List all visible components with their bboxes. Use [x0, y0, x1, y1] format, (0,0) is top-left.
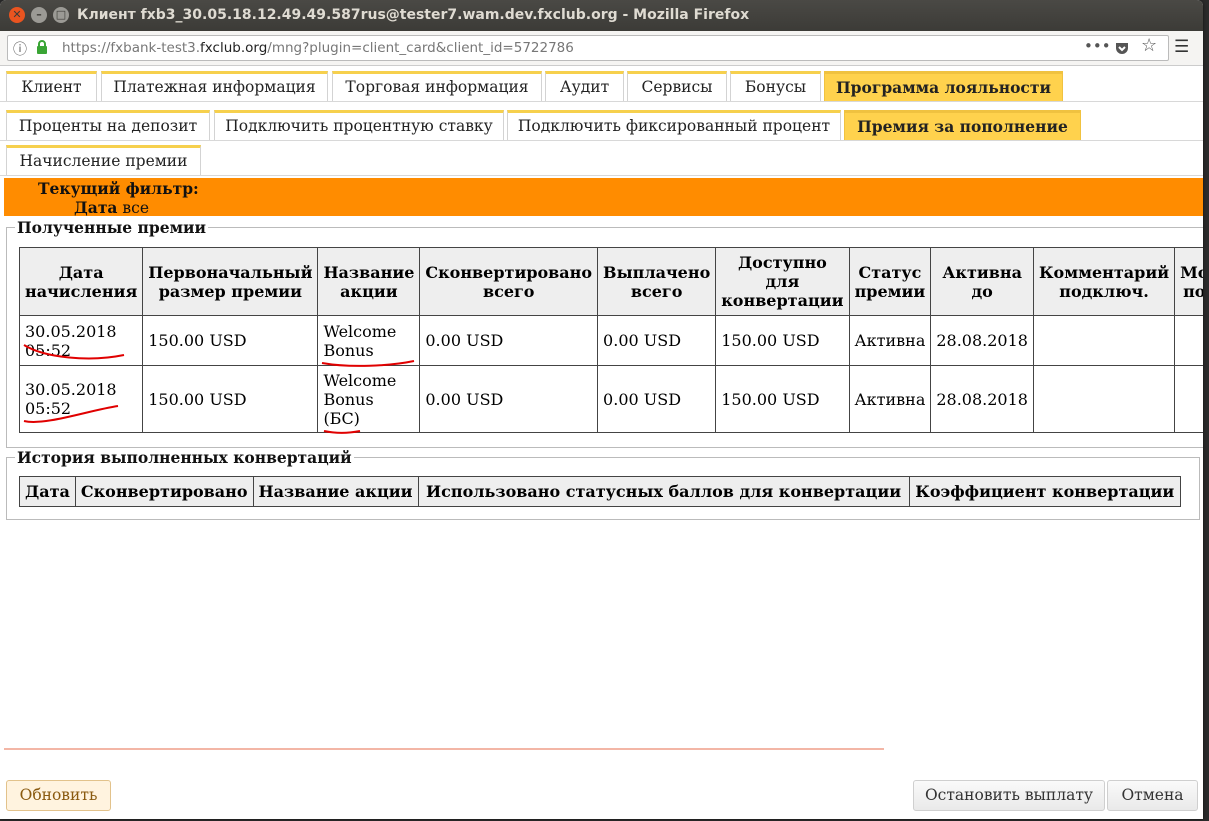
maximize-icon[interactable]: □ — [53, 7, 69, 23]
cell-converted: 0.00 USD — [419, 365, 599, 433]
filter-value: Дата все — [74, 198, 150, 217]
cell-comment — [1032, 315, 1176, 366]
history-legend: История выполненных конвертаций — [17, 448, 352, 467]
col-converted-total: Сконвертировано всего — [419, 247, 599, 316]
close-icon[interactable]: ✕ — [9, 7, 25, 23]
col-available-conversion: Доступно для конвертации — [715, 247, 850, 316]
cell-initial: 150.00 USD — [142, 365, 319, 433]
table-header-row: Дата Сконвертировано Название акции Испо… — [19, 476, 1182, 507]
col-promo-name: Название акции — [252, 476, 419, 507]
title-bar: ✕ – □ Клиент fxb3_30.05.18.12.49.49.587r… — [0, 0, 1203, 31]
cell-promo: Welcome Bonus — [317, 315, 421, 366]
cell-date: 30.05.2018 05:52 — [18, 365, 144, 433]
tab-deposit-premium[interactable]: Премия за пополнение — [844, 110, 1081, 140]
col-active-until: Активна до — [930, 247, 1034, 316]
col-comment: Комментарий подключ. — [1032, 247, 1176, 316]
cell-paid: 0.00 USD — [597, 365, 717, 433]
cell-status: Активна — [848, 315, 932, 366]
current-filter: Текущий фильтр: Дата все — [4, 178, 1203, 217]
table-row[interactable]: 30.05.2018 05:52 150.00 USD Welcome Bonu… — [18, 315, 1203, 366]
tab-client[interactable]: Клиент — [6, 71, 97, 101]
tab-trading-info[interactable]: Торговая информация — [332, 71, 542, 101]
address-field[interactable]: ⓘ https://fxbank-test3.fxclub.org/mng?pl… — [7, 35, 1169, 61]
col-date: Дата — [19, 476, 76, 507]
cell-status: Активна — [848, 365, 932, 433]
cell-truncated — [1174, 365, 1203, 433]
info-icon[interactable]: ⓘ — [13, 39, 27, 59]
col-initial-size: Первоначальный размер премии — [142, 247, 319, 316]
pocket-icon[interactable] — [1114, 40, 1130, 56]
col-accrual-date: Дата начисления — [18, 247, 144, 316]
cell-available: 150.00 USD — [715, 315, 850, 366]
cell-truncated — [1174, 315, 1203, 366]
tab-connect-fixed[interactable]: Подключить фиксированный процент — [507, 110, 841, 140]
col-promo-name: Название акции — [317, 247, 421, 316]
filter-label: Текущий фильтр: — [38, 179, 199, 198]
client-card: Клиент Платежная информация Торговая инф… — [0, 66, 1203, 819]
col-converted: Сконвертировано — [74, 476, 254, 507]
col-status-points: Использовано статусных баллов для конвер… — [417, 476, 910, 507]
cell-active-until: 28.08.2018 — [930, 315, 1034, 366]
url-text: https://fxbank-test3.fxclub.org/mng?plug… — [62, 40, 574, 56]
stop-payment-button[interactable]: Остановить выплату — [913, 780, 1105, 811]
tab-payment-info[interactable]: Платежная информация — [101, 71, 328, 101]
menu-icon[interactable]: ☰ — [1174, 37, 1189, 57]
tab-bonuses[interactable]: Бонусы — [730, 71, 821, 101]
table-row[interactable]: 30.05.2018 05:52 150.00 USD Welcome Bonu… — [18, 365, 1203, 433]
col-status: Статус премии — [848, 247, 932, 316]
col-paid-total: Выплачено всего — [597, 247, 717, 316]
col-coefficient: Коэффициент конвертации — [908, 476, 1182, 507]
cell-promo: Welcome Bonus (БС) — [317, 365, 421, 433]
tabs-main: Клиент Платежная информация Торговая инф… — [0, 66, 1203, 102]
url-bar: ⓘ https://fxbank-test3.fxclub.org/mng?pl… — [0, 31, 1203, 66]
tabs-loyalty: Проценты на депозит Подключить процентну… — [0, 105, 1203, 141]
cell-comment — [1032, 365, 1176, 433]
received-legend: Полученные премии — [17, 218, 207, 237]
tabs-premium: Начисление премии — [0, 140, 1203, 176]
tab-premium-accrual[interactable]: Начисление премии — [6, 145, 201, 175]
cell-paid: 0.00 USD — [597, 315, 717, 366]
minimize-icon[interactable]: – — [31, 7, 47, 23]
tab-services[interactable]: Сервисы — [627, 71, 727, 101]
browser-window: ✕ – □ Клиент fxb3_30.05.18.12.49.49.587r… — [0, 0, 1203, 819]
col-truncated: Мо по — [1174, 247, 1203, 316]
table-header-row: Дата начисления Первоначальный размер пр… — [18, 247, 1203, 316]
divider — [4, 748, 884, 750]
window-title: Клиент fxb3_30.05.18.12.49.49.587rus@tes… — [77, 7, 750, 23]
history-table: Дата Сконвертировано Название акции Испо… — [19, 476, 1182, 507]
more-icon[interactable]: ••• — [1084, 37, 1111, 55]
cell-available: 150.00 USD — [715, 365, 850, 433]
cancel-button[interactable]: Отмена — [1107, 780, 1198, 811]
refresh-button[interactable]: Обновить — [6, 780, 111, 811]
cell-initial: 150.00 USD — [142, 315, 319, 366]
cell-active-until: 28.08.2018 — [930, 365, 1034, 433]
cell-converted: 0.00 USD — [419, 315, 599, 366]
tab-deposit-interest[interactable]: Проценты на депозит — [6, 110, 210, 140]
star-icon[interactable]: ☆ — [1141, 35, 1157, 56]
tab-audit[interactable]: Аудит — [545, 71, 624, 101]
tab-connect-rate[interactable]: Подключить процентную ставку — [214, 110, 504, 140]
received-table: Дата начисления Первоначальный размер пр… — [18, 247, 1203, 433]
tab-loyalty-program[interactable]: Программа лояльности — [824, 71, 1063, 101]
cell-date: 30.05.2018 05:52 — [18, 315, 144, 366]
lock-icon — [37, 40, 47, 54]
